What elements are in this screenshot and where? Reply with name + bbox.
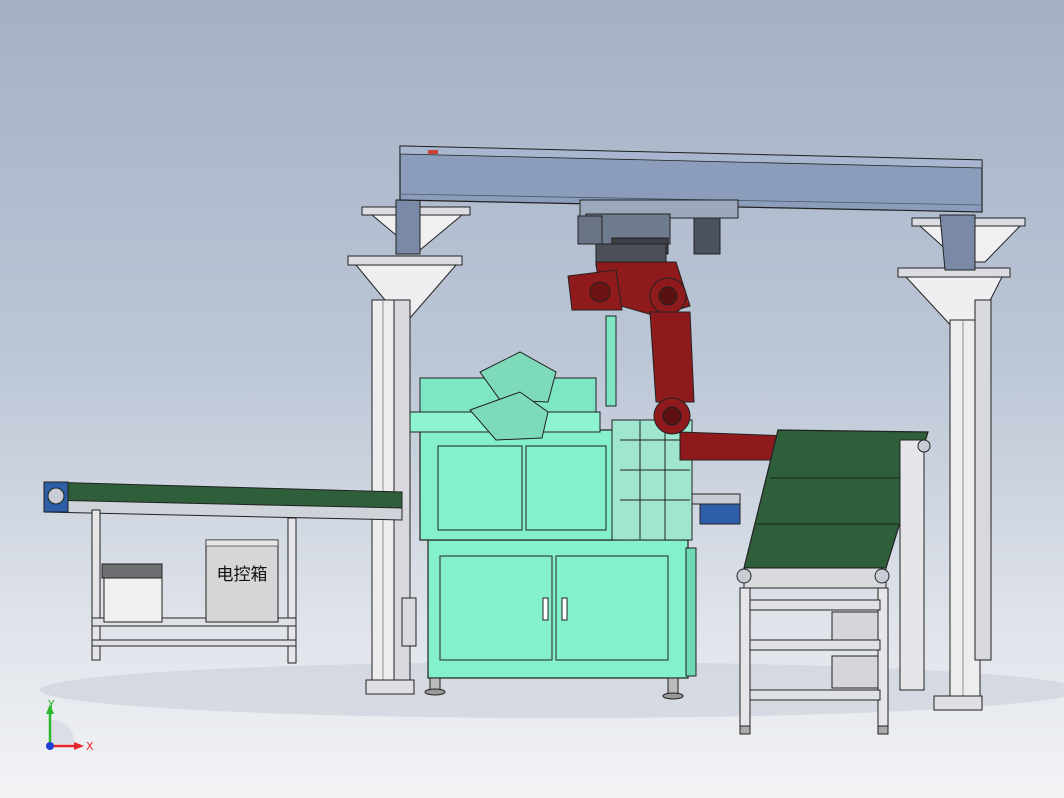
cad-viewport[interactable]: 电控箱 Y X	[0, 0, 1064, 798]
y-axis-label: Y	[47, 698, 55, 711]
control-box-label: 电控箱	[217, 565, 268, 585]
z-axis-icon	[46, 742, 54, 750]
x-axis-label: X	[86, 740, 94, 753]
coordinate-triad: Y X	[46, 698, 94, 753]
teal-machine	[409, 351, 741, 700]
triad-background	[50, 719, 75, 744]
assembly-scene: 电控箱 Y X	[40, 145, 1064, 753]
x-axis-arrow	[74, 742, 84, 750]
